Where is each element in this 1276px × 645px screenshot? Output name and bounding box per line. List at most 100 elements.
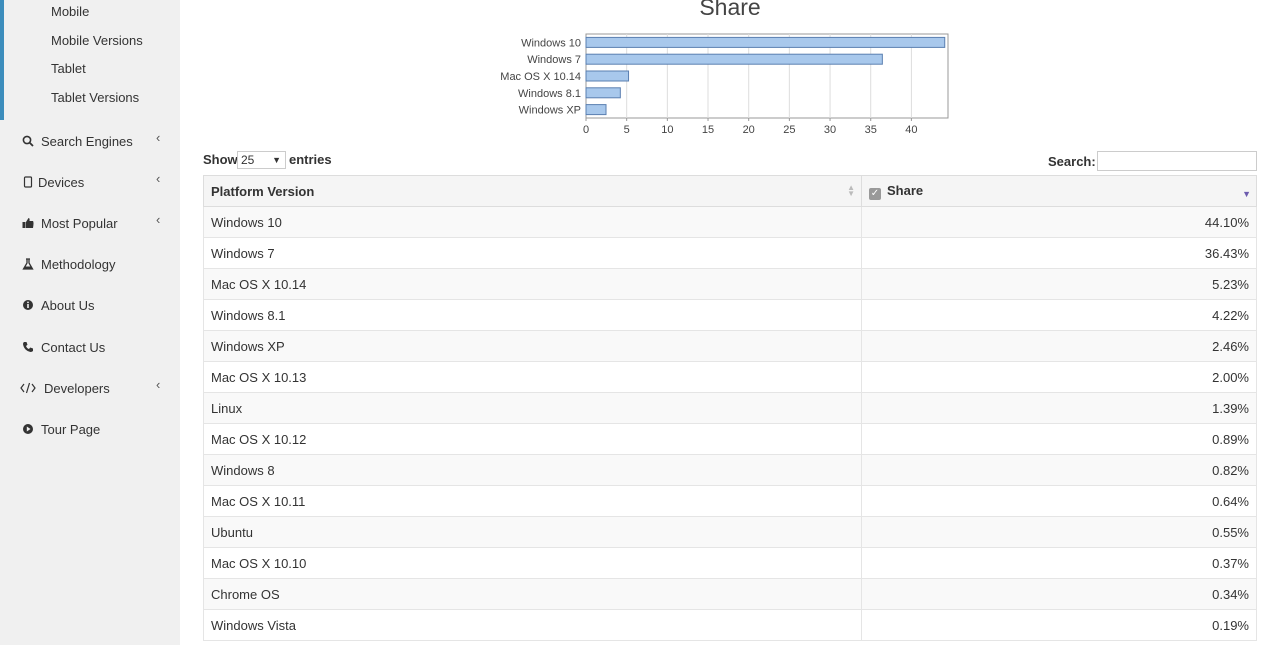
x-tick-label: 35 — [865, 124, 877, 136]
sidebar-submenu: Mobile Mobile Versions Tablet Tablet Ver… — [0, 0, 180, 120]
x-tick-label: 20 — [743, 124, 755, 136]
platform-version-cell: Linux — [203, 392, 862, 424]
y-category-label: Windows 10 — [521, 37, 581, 49]
table-row: Mac OS X 10.11 0.64% — [203, 485, 1257, 517]
table-row: Mac OS X 10.13 2.00% — [203, 361, 1257, 393]
caret-down-icon: ▼ — [272, 155, 281, 165]
y-category-label: Windows 7 — [527, 54, 581, 66]
table-row: Mac OS X 10.12 0.89% — [203, 423, 1257, 455]
sidebar-subitem-tablet[interactable]: Tablet — [51, 61, 86, 76]
entries-label: entries — [289, 152, 332, 167]
sidebar-item-developers[interactable]: Developers ‹ — [0, 377, 180, 403]
share-cell: 0.89% — [861, 423, 1257, 455]
table-body: Windows 10 44.10% Windows 7 36.43% Mac OS X … — [203, 206, 1257, 641]
share-cell: 0.34% — [861, 578, 1257, 610]
table-row: Mac OS X 10.14 5.23% — [203, 268, 1257, 300]
share-cell: 4.22% — [861, 299, 1257, 331]
entries-length-select[interactable]: 25 ▼ — [237, 151, 286, 169]
show-label: Show — [203, 152, 238, 167]
bar — [585, 70, 630, 82]
platform-version-cell: Mac OS X 10.13 — [203, 361, 862, 393]
platform-version-cell: Mac OS X 10.14 — [203, 268, 862, 300]
sidebar-item-label: Devices — [38, 175, 85, 190]
code-icon — [20, 382, 36, 396]
search-icon — [22, 135, 34, 149]
platform-version-cell: Windows XP — [203, 330, 862, 362]
chevron-left-icon: ‹ — [156, 212, 161, 227]
sort-both-icon: ▲ ▼ — [847, 183, 855, 198]
entries-length-value: 25 — [241, 153, 255, 167]
share-cell: 0.19% — [861, 609, 1257, 641]
x-tick-label: 5 — [624, 124, 630, 136]
platform-version-cell: Windows 8.1 — [203, 299, 862, 331]
play-circle-icon — [22, 423, 34, 437]
share-cell: 2.46% — [861, 330, 1257, 362]
platform-version-cell: Windows 8 — [203, 454, 862, 486]
x-tick-label: 30 — [824, 124, 836, 136]
share-cell: 5.23% — [861, 268, 1257, 300]
platform-version-cell: Windows 10 — [203, 206, 862, 238]
column-header-label: Platform Version — [211, 183, 315, 199]
platform-version-cell: Windows Vista — [203, 609, 862, 641]
sidebar-subitem-mobile-versions[interactable]: Mobile Versions — [51, 33, 143, 48]
sidebar-item-label: Search Engines — [41, 134, 133, 149]
sidebar-item-most-popular[interactable]: Most Popular ‹ — [0, 212, 180, 238]
sidebar-item-label: Methodology — [41, 257, 116, 272]
share-cell: 1.39% — [861, 392, 1257, 424]
sidebar-subitem-tablet-versions[interactable]: Tablet Versions — [51, 90, 139, 105]
column-header-label: Share — [887, 182, 924, 198]
bar — [585, 87, 621, 99]
chevron-left-icon: ‹ — [156, 171, 161, 186]
table-header-row: Platform Version ▲ ▼ ✓ Share ▼ — [203, 175, 1257, 207]
search-input[interactable] — [1097, 151, 1257, 171]
platform-version-cell: Chrome OS — [203, 578, 862, 610]
table-row: Chrome OS 0.34% — [203, 578, 1257, 610]
x-tick-label: 10 — [661, 124, 673, 136]
platform-version-cell: Ubuntu — [203, 516, 862, 548]
table-row: Windows XP 2.46% — [203, 330, 1257, 362]
chevron-left-icon: ‹ — [156, 377, 161, 392]
phone-icon — [22, 341, 34, 355]
column-header-share[interactable]: ✓ Share ▼ — [861, 175, 1257, 207]
share-cell: 44.10% — [861, 206, 1257, 238]
platform-version-cell: Mac OS X 10.11 — [203, 485, 862, 517]
share-cell: 0.37% — [861, 547, 1257, 579]
table-row: Windows Vista 0.19% — [203, 609, 1257, 641]
x-tick-label: 0 — [583, 124, 589, 136]
share-cell: 0.82% — [861, 454, 1257, 486]
sidebar-item-methodology[interactable]: Methodology — [0, 255, 180, 279]
bar — [585, 104, 607, 116]
sidebar-item-label: Most Popular — [41, 216, 118, 231]
x-tick-label: 15 — [702, 124, 714, 136]
x-tick-label: 40 — [905, 124, 917, 136]
table-row: Ubuntu 0.55% — [203, 516, 1257, 548]
platform-version-cell: Mac OS X 10.10 — [203, 547, 862, 579]
y-category-label: Mac OS X 10.14 — [500, 71, 581, 83]
chart-title: Share — [699, 0, 761, 20]
table-row: Windows 8 0.82% — [203, 454, 1257, 486]
sidebar-item-label: Developers — [44, 381, 110, 396]
platform-version-cell: Mac OS X 10.12 — [203, 423, 862, 455]
column-header-platform-version[interactable]: Platform Version ▲ ▼ — [203, 175, 862, 207]
y-category-label: Windows 8.1 — [518, 88, 581, 100]
search-label: Search: — [1048, 154, 1096, 169]
share-bar-chart: 0 5 10 15 20 25 30 35 40 Windows 10 Windows 7 Mac O… — [500, 33, 949, 136]
sidebar-item-label: Tour Page — [41, 422, 101, 437]
sidebar-item-about-us[interactable]: About Us — [0, 296, 180, 320]
platform-share-table: Platform Version ▲ ▼ ✓ Share ▼ Windows 10 4… — [203, 175, 1257, 641]
bar — [585, 53, 883, 65]
table-row: Windows 7 36.43% — [203, 237, 1257, 269]
bar — [585, 36, 946, 48]
sidebar-item-devices[interactable]: Devices ‹ — [0, 171, 180, 197]
table-row: Windows 10 44.10% — [203, 206, 1257, 238]
sidebar: Mobile Mobile Versions Tablet Tablet Ver… — [0, 0, 180, 645]
checkbox-icon[interactable]: ✓ — [869, 187, 881, 200]
share-cell: 36.43% — [861, 237, 1257, 269]
sidebar-item-label: Contact Us — [41, 340, 106, 355]
sidebar-item-contact-us[interactable]: Contact Us — [0, 338, 180, 362]
sidebar-item-tour-page[interactable]: Tour Page — [0, 420, 180, 444]
sidebar-subitem-mobile[interactable]: Mobile — [51, 4, 89, 19]
device-icon — [22, 176, 34, 190]
thumbs-up-icon — [22, 217, 34, 231]
sidebar-item-search-engines[interactable]: Search Engines ‹ — [0, 130, 180, 156]
